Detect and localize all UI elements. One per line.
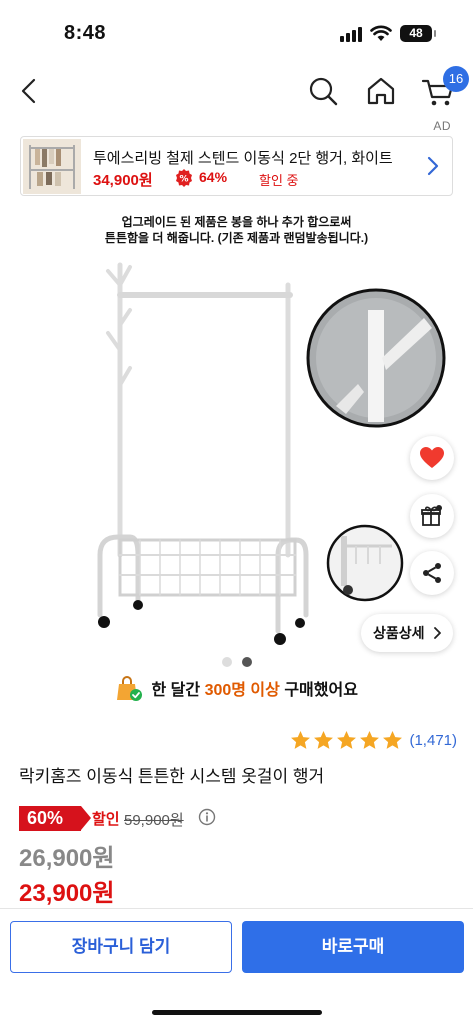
svg-text:%: % [179, 175, 188, 185]
top-nav [0, 64, 473, 120]
status-time: 8:48 [64, 22, 107, 44]
info-icon[interactable] [198, 808, 216, 826]
star-icon [314, 731, 334, 749]
buy-now-button[interactable]: 바로구매 [242, 921, 464, 973]
ad-sale-text: 할인 중 [259, 173, 299, 188]
gift-icon [421, 505, 442, 526]
shopping-bag-check-icon [117, 676, 143, 701]
carousel-dot[interactable] [222, 657, 232, 667]
star-icon [291, 731, 311, 749]
buyers-count: 300명 이상 [204, 682, 280, 700]
star-icon [383, 731, 403, 749]
wifi-icon [370, 25, 392, 41]
final-price: 23,900원 [19, 880, 115, 907]
bottom-divider [0, 908, 473, 909]
cart-count-badge: 16 [443, 66, 469, 92]
chevron-right-icon [427, 156, 439, 176]
caption-line-2: 튼튼함을 더 해줍니다. (기존 제품과 랜덤발송됩니다.) [104, 231, 369, 245]
zoom-detail-hook [306, 288, 446, 428]
ad-thumbnail [23, 139, 81, 194]
buyers-suffix: 구매했어요 [284, 682, 358, 700]
carousel-dot-active[interactable] [242, 657, 252, 667]
zoom-detail-wheel [326, 524, 404, 602]
share-button[interactable] [410, 551, 454, 595]
star-icon [337, 731, 357, 749]
ad-price: 34,900원 [93, 172, 153, 189]
share-icon [423, 563, 441, 583]
chevron-right-icon [434, 627, 441, 639]
add-to-cart-button[interactable]: 장바구니 담기 [10, 921, 232, 973]
product-detail-label: 상품상세 [373, 625, 425, 641]
ad-title: 투에스리빙 철제 스텐드 이동식 2단 행거, 화이트 [93, 150, 393, 167]
ad-discount-rate: 64% [199, 169, 228, 185]
product-detail-button[interactable]: 상품상세 [361, 614, 453, 652]
coupon-icon: % [176, 169, 192, 187]
review-count[interactable]: (1,471) [409, 732, 457, 749]
purchase-count-banner: 한 달간 300명 이상 구매했어요 [0, 676, 473, 704]
caption-line-1: 업그레이드 된 제품은 봉을 하나 추가 합으로써 [121, 215, 352, 229]
status-bar: 8:48 48 [0, 0, 473, 64]
product-rating[interactable]: (1,471) [290, 730, 457, 751]
product-image[interactable] [90, 255, 320, 650]
buyers-prefix: 한 달간 [151, 682, 201, 700]
original-price: 59,900원 [124, 812, 184, 829]
sale-label: 할인 [92, 811, 120, 828]
wishlist-button[interactable] [410, 436, 454, 480]
heart-icon [420, 447, 444, 468]
ad-label: AD [433, 119, 451, 133]
home-indicator[interactable] [152, 1010, 322, 1015]
carousel-indicator [222, 657, 252, 667]
ad-banner[interactable]: 투에스리빙 철제 스텐드 이동식 2단 행거, 화이트 34,900원 % 64… [20, 136, 453, 196]
cellular-signal-icon [340, 27, 362, 42]
search-icon[interactable] [306, 74, 340, 108]
product-title: 락키홈즈 이동식 튼튼한 시스템 옷걸이 행거 [19, 767, 325, 786]
price-before-coupon: 26,900원 [19, 845, 115, 872]
battery-icon: 48 [400, 25, 436, 42]
gift-button[interactable] [410, 494, 454, 538]
discount-rate-badge: 60% [19, 806, 91, 831]
home-icon[interactable] [364, 74, 398, 108]
star-icon [360, 731, 380, 749]
back-icon[interactable] [14, 74, 44, 108]
product-image-caption: 업그레이드 된 제품은 봉을 하나 추가 합으로써 튼튼함을 더 해줍니다. (… [0, 214, 473, 246]
